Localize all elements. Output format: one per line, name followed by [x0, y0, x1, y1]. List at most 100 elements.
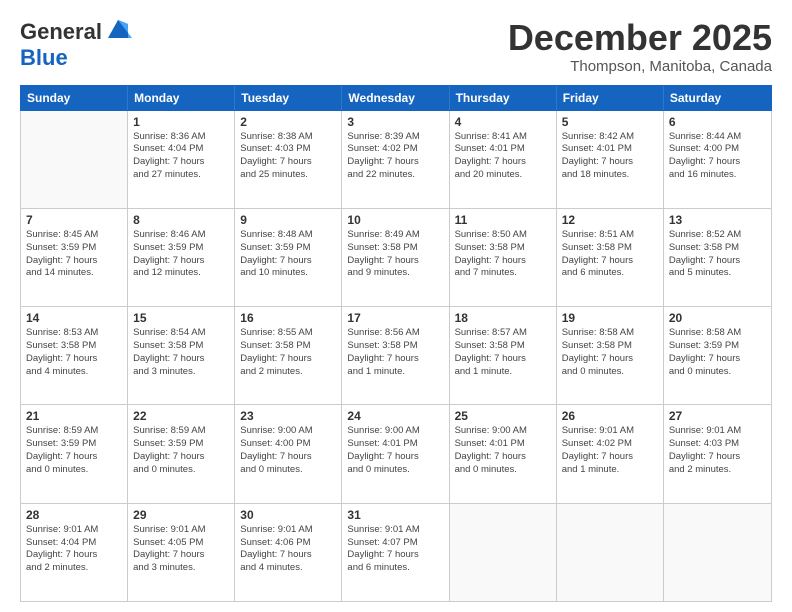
calendar-cell: 29 Sunrise: 9:01 AMSunset: 4:05 PMDayligh… [128, 504, 235, 601]
day-number: 12 [562, 213, 658, 227]
day-info: Sunrise: 9:01 AMSunset: 4:04 PMDaylight:… [26, 524, 122, 575]
day-number: 7 [26, 213, 122, 227]
day-number: 6 [669, 115, 766, 129]
calendar-cell: 30Sunrise: 9:01 AMSunset: 4:06 PMDayligh… [235, 504, 342, 601]
day-info: Sunrise: 9:00 AMSunset: 4:01 PMDaylight:… [455, 425, 551, 476]
calendar-row-3: 14Sunrise: 8:53 AMSunset: 3:58 PMDayligh… [21, 307, 771, 405]
calendar-cell: 14Sunrise: 8:53 AMSunset: 3:58 PMDayligh… [21, 307, 128, 404]
day-number: 3 [347, 115, 443, 129]
header-day-sunday: Sunday [21, 86, 128, 110]
calendar-row-1: 1 Sunrise: 8:36 AMSunset: 4:04 PMDaylight… [21, 111, 771, 209]
day-number: 10 [347, 213, 443, 227]
day-number: 29 [133, 508, 229, 522]
day-number: 24 [347, 409, 443, 423]
header-day-monday: Monday [128, 86, 235, 110]
calendar-cell: 23 Sunrise: 9:00 AMSunset: 4:00 PMDayligh… [235, 405, 342, 502]
day-number: 9 [240, 213, 336, 227]
day-number: 21 [26, 409, 122, 423]
calendar-cell: 9 Sunrise: 8:48 AMSunset: 3:59 PMDaylight… [235, 209, 342, 306]
calendar-cell: 27 Sunrise: 9:01 AMSunset: 4:03 PMDayligh… [664, 405, 771, 502]
logo-blue: Blue [20, 45, 68, 70]
day-info: Sunrise: 8:39 AMSunset: 4:02 PMDaylight:… [347, 131, 443, 182]
calendar-cell: 1 Sunrise: 8:36 AMSunset: 4:04 PMDaylight… [128, 111, 235, 208]
header: General Blue December 2025 Thompson, Man… [20, 18, 772, 75]
calendar-cell: 5 Sunrise: 8:42 AMSunset: 4:01 PMDaylight… [557, 111, 664, 208]
calendar-cell: 4 Sunrise: 8:41 AMSunset: 4:01 PMDaylight… [450, 111, 557, 208]
day-info: Sunrise: 8:49 AMSunset: 3:58 PMDaylight:… [347, 229, 443, 280]
calendar-cell: 21 Sunrise: 8:59 AMSunset: 3:59 PMDayligh… [21, 405, 128, 502]
calendar-cell [664, 504, 771, 601]
day-info: Sunrise: 8:58 AMSunset: 3:59 PMDaylight:… [669, 327, 766, 378]
day-number: 4 [455, 115, 551, 129]
day-info: Sunrise: 9:01 AMSunset: 4:05 PMDaylight:… [133, 524, 229, 575]
header-day-wednesday: Wednesday [342, 86, 449, 110]
logo: General Blue [20, 18, 132, 71]
day-number: 27 [669, 409, 766, 423]
day-number: 5 [562, 115, 658, 129]
calendar-cell: 20 Sunrise: 8:58 AMSunset: 3:59 PMDayligh… [664, 307, 771, 404]
day-info: Sunrise: 8:59 AMSunset: 3:59 PMDaylight:… [133, 425, 229, 476]
calendar-cell: 6 Sunrise: 8:44 AMSunset: 4:00 PMDaylight… [664, 111, 771, 208]
calendar-cell: 18Sunrise: 8:57 AMSunset: 3:58 PMDayligh… [450, 307, 557, 404]
day-info: Sunrise: 8:38 AMSunset: 4:03 PMDaylight:… [240, 131, 336, 182]
calendar-cell: 2Sunrise: 8:38 AMSunset: 4:03 PMDaylight… [235, 111, 342, 208]
logo-general: General [20, 19, 102, 45]
day-number: 13 [669, 213, 766, 227]
calendar-cell [21, 111, 128, 208]
calendar-cell: 26Sunrise: 9:01 AMSunset: 4:02 PMDayligh… [557, 405, 664, 502]
day-number: 22 [133, 409, 229, 423]
calendar-cell: 3 Sunrise: 8:39 AMSunset: 4:02 PMDaylight… [342, 111, 449, 208]
day-number: 25 [455, 409, 551, 423]
calendar-cell: 7 Sunrise: 8:45 AMSunset: 3:59 PMDaylight… [21, 209, 128, 306]
day-info: Sunrise: 8:57 AMSunset: 3:58 PMDaylight:… [455, 327, 551, 378]
day-info: Sunrise: 8:44 AMSunset: 4:00 PMDaylight:… [669, 131, 766, 182]
month-title: December 2025 [508, 18, 772, 58]
calendar-cell: 31 Sunrise: 9:01 AMSunset: 4:07 PMDayligh… [342, 504, 449, 601]
calendar-cell: 25 Sunrise: 9:00 AMSunset: 4:01 PMDayligh… [450, 405, 557, 502]
day-info: Sunrise: 9:01 AMSunset: 4:06 PMDaylight:… [240, 524, 336, 575]
calendar-cell: 12 Sunrise: 8:51 AMSunset: 3:58 PMDayligh… [557, 209, 664, 306]
day-info: Sunrise: 8:48 AMSunset: 3:59 PMDaylight:… [240, 229, 336, 280]
calendar-header: SundayMondayTuesdayWednesdayThursdayFrid… [20, 85, 772, 111]
day-info: Sunrise: 8:41 AMSunset: 4:01 PMDaylight:… [455, 131, 551, 182]
day-info: Sunrise: 8:52 AMSunset: 3:58 PMDaylight:… [669, 229, 766, 280]
calendar-cell: 28Sunrise: 9:01 AMSunset: 4:04 PMDayligh… [21, 504, 128, 601]
day-number: 31 [347, 508, 443, 522]
day-info: Sunrise: 8:51 AMSunset: 3:58 PMDaylight:… [562, 229, 658, 280]
day-info: Sunrise: 8:56 AMSunset: 3:58 PMDaylight:… [347, 327, 443, 378]
day-number: 17 [347, 311, 443, 325]
day-info: Sunrise: 8:54 AMSunset: 3:58 PMDaylight:… [133, 327, 229, 378]
day-number: 8 [133, 213, 229, 227]
day-number: 11 [455, 213, 551, 227]
day-info: Sunrise: 8:59 AMSunset: 3:59 PMDaylight:… [26, 425, 122, 476]
day-info: Sunrise: 9:00 AMSunset: 4:00 PMDaylight:… [240, 425, 336, 476]
calendar-cell [557, 504, 664, 601]
title-block: December 2025 Thompson, Manitoba, Canada [508, 18, 772, 75]
day-info: Sunrise: 8:42 AMSunset: 4:01 PMDaylight:… [562, 131, 658, 182]
calendar-cell: 10 Sunrise: 8:49 AMSunset: 3:58 PMDayligh… [342, 209, 449, 306]
calendar-cell: 15Sunrise: 8:54 AMSunset: 3:58 PMDayligh… [128, 307, 235, 404]
day-info: Sunrise: 9:01 AMSunset: 4:03 PMDaylight:… [669, 425, 766, 476]
day-info: Sunrise: 9:01 AMSunset: 4:07 PMDaylight:… [347, 524, 443, 575]
day-info: Sunrise: 8:36 AMSunset: 4:04 PMDaylight:… [133, 131, 229, 182]
calendar-cell: 11 Sunrise: 8:50 AMSunset: 3:58 PMDayligh… [450, 209, 557, 306]
header-day-thursday: Thursday [450, 86, 557, 110]
header-day-saturday: Saturday [664, 86, 771, 110]
calendar-cell: 16Sunrise: 8:55 AMSunset: 3:58 PMDayligh… [235, 307, 342, 404]
logo-icon [104, 18, 132, 45]
day-number: 19 [562, 311, 658, 325]
calendar-row-4: 21 Sunrise: 8:59 AMSunset: 3:59 PMDayligh… [21, 405, 771, 503]
day-info: Sunrise: 8:46 AMSunset: 3:59 PMDaylight:… [133, 229, 229, 280]
header-day-tuesday: Tuesday [235, 86, 342, 110]
calendar-body: 1 Sunrise: 8:36 AMSunset: 4:04 PMDaylight… [20, 111, 772, 602]
day-number: 20 [669, 311, 766, 325]
day-info: Sunrise: 8:45 AMSunset: 3:59 PMDaylight:… [26, 229, 122, 280]
day-number: 23 [240, 409, 336, 423]
day-number: 1 [133, 115, 229, 129]
day-info: Sunrise: 8:53 AMSunset: 3:58 PMDaylight:… [26, 327, 122, 378]
calendar-cell: 17 Sunrise: 8:56 AMSunset: 3:58 PMDayligh… [342, 307, 449, 404]
calendar-cell: 13 Sunrise: 8:52 AMSunset: 3:58 PMDayligh… [664, 209, 771, 306]
day-info: Sunrise: 8:50 AMSunset: 3:58 PMDaylight:… [455, 229, 551, 280]
day-info: Sunrise: 9:00 AMSunset: 4:01 PMDaylight:… [347, 425, 443, 476]
calendar-row-2: 7 Sunrise: 8:45 AMSunset: 3:59 PMDaylight… [21, 209, 771, 307]
